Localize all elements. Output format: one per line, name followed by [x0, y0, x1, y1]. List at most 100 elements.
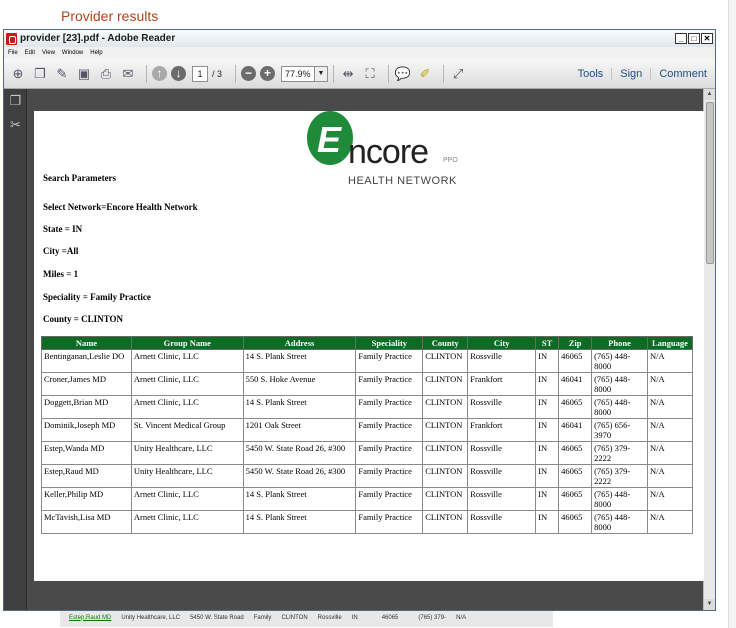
table-cell: Rossville — [467, 395, 537, 419]
table-cell: Family Practice — [355, 510, 424, 534]
encore-logo: E ncore PPO HEALTH NETWORK — [305, 111, 465, 211]
browser-scrollbar[interactable] — [728, 0, 736, 628]
table-cell: 46065 — [558, 487, 593, 511]
table-cell: N/A — [646, 372, 694, 396]
zoom-out-icon[interactable]: − — [241, 66, 257, 81]
table-cell: 1201 Oak Street — [242, 418, 357, 442]
table-cell: Arnett Clinic, LLC — [130, 487, 244, 511]
prev-page-icon[interactable]: ↑ — [152, 66, 167, 81]
table-cell: N/A — [646, 487, 694, 511]
table-cell: Bentinganan,Leslie DO — [41, 349, 132, 373]
table-cell: Rossville — [467, 464, 537, 488]
page-total: / 3 — [212, 68, 223, 79]
table-cell: Family Practice — [355, 372, 424, 396]
cell-state: IN — [351, 614, 358, 621]
maximize-button[interactable]: □ — [688, 33, 700, 44]
scroll-thumb[interactable] — [705, 102, 714, 264]
column-header: Address — [242, 336, 357, 350]
chevron-down-icon[interactable]: ▼ — [315, 65, 329, 82]
table-cell: Family Practice — [355, 487, 424, 511]
document-scrollbar[interactable]: ▲ ▼ — [703, 89, 715, 610]
table-cell: CLINTON — [422, 441, 469, 465]
email-icon[interactable]: ✉ — [119, 65, 137, 83]
table-cell: 46065 — [558, 510, 593, 534]
table-row: Doggett,Brian MD Arnett Clinic, LLC 14 S. … — [41, 395, 694, 419]
adobe-reader-icon — [6, 32, 17, 45]
provider-link[interactable]: Estep,Raud MD — [69, 615, 111, 621]
page-number-input[interactable]: 1 — [192, 65, 208, 82]
fullscreen-icon[interactable]: ⤢ — [449, 65, 467, 83]
create-pdf-icon[interactable]: ❐ — [31, 65, 49, 83]
divider — [333, 64, 335, 83]
menu-window[interactable]: Window — [62, 50, 83, 56]
table-cell: (765) 448-8000 — [591, 372, 648, 396]
divider — [388, 64, 390, 83]
table-cell: (765) 379-2222 — [591, 464, 648, 488]
minimize-button[interactable]: _ — [675, 33, 687, 44]
table-cell: CLINTON — [422, 372, 469, 396]
highlight-icon[interactable]: ✐ — [416, 65, 434, 83]
provider-table: Name Group Name Address Speciality County Cit… — [41, 336, 694, 534]
table-cell: N/A — [646, 464, 694, 488]
next-page-icon[interactable]: ↓ — [171, 66, 186, 81]
tools-button[interactable]: Tools — [570, 68, 612, 80]
menu-help[interactable]: Help — [90, 50, 102, 56]
table-cell: Estep,Wanda MD — [41, 441, 132, 465]
table-cell: IN — [535, 510, 560, 534]
open-icon[interactable]: ⊕ — [9, 65, 27, 83]
pages-icon[interactable]: ❐ — [4, 89, 27, 113]
print-icon[interactable]: ⎙ — [97, 65, 115, 83]
table-cell: IN — [535, 349, 560, 373]
table-cell: N/A — [646, 395, 694, 419]
title-bar[interactable]: provider [23].pdf - Adobe Reader _ □ ✕ — [4, 30, 715, 47]
param-city: City =All — [43, 246, 79, 256]
menu-edit[interactable]: Edit — [25, 50, 35, 56]
table-cell: Rossville — [467, 441, 537, 465]
menu-bar: File Edit View Window Help — [4, 47, 715, 59]
table-cell: CLINTON — [422, 418, 469, 442]
table-cell: Family Practice — [355, 395, 424, 419]
sign-button[interactable]: Sign — [611, 67, 650, 80]
scroll-down-icon[interactable]: ▼ — [704, 599, 715, 610]
comment-button[interactable]: Comment — [650, 67, 715, 80]
table-cell: 5450 W. State Road 26, #300 — [242, 464, 357, 488]
divider — [443, 64, 445, 83]
scroll-up-icon[interactable]: ▲ — [704, 89, 715, 100]
table-cell: Croner,James MD — [41, 372, 132, 396]
table-cell: 46065 — [558, 464, 593, 488]
table-cell: IN — [535, 372, 560, 396]
table-cell: Rossville — [467, 510, 537, 534]
table-cell: 14 S. Plank Street — [242, 487, 357, 511]
table-cell: CLINTON — [422, 510, 469, 534]
table-cell: Unity Healthcare, LLC — [130, 464, 244, 488]
zoom-input[interactable]: 77.9% — [281, 65, 316, 82]
zoom-in-icon[interactable]: + — [260, 66, 276, 81]
cell-city: Rossville — [317, 614, 342, 621]
search-parameters-heading: Search Parameters — [43, 173, 117, 183]
table-row: Estep,Wanda MD Unity Healthcare, LLC 5450 … — [41, 441, 694, 465]
edit-icon[interactable]: ✎ — [53, 65, 71, 83]
comment-icon[interactable]: 💬 — [394, 65, 412, 83]
table-cell: 46041 — [558, 372, 593, 396]
column-header: Zip — [558, 336, 593, 350]
fit-width-icon[interactable]: ⇹ — [339, 65, 357, 83]
save-icon[interactable]: ▣ — [75, 65, 93, 83]
table-cell: 14 S. Plank Street — [242, 349, 357, 373]
table-cell: (765) 448-8000 — [591, 395, 648, 419]
logo-network: HEALTH NETWORK — [348, 175, 457, 187]
logo-ppo: PPO — [443, 157, 458, 164]
table-row: Bentinganan,Leslie DO Arnett Clinic, LLC 1… — [41, 349, 694, 373]
table-cell: N/A — [646, 418, 694, 442]
table-cell: 14 S. Plank Street — [242, 395, 357, 419]
fit-page-icon[interactable]: ⛶ — [361, 65, 379, 83]
cell-language: N/A — [456, 614, 467, 621]
attachment-icon[interactable]: ✂ — [4, 113, 27, 137]
table-cell: 550 S. Hoke Avenue — [242, 372, 357, 396]
table-cell: Arnett Clinic, LLC — [130, 510, 244, 534]
menu-view[interactable]: View — [42, 50, 55, 56]
column-header: Name — [41, 336, 132, 350]
column-header: ST — [535, 336, 560, 350]
table-cell: Dominik,Joseph MD — [41, 418, 132, 442]
close-button[interactable]: ✕ — [701, 33, 713, 44]
menu-file[interactable]: File — [8, 50, 18, 56]
